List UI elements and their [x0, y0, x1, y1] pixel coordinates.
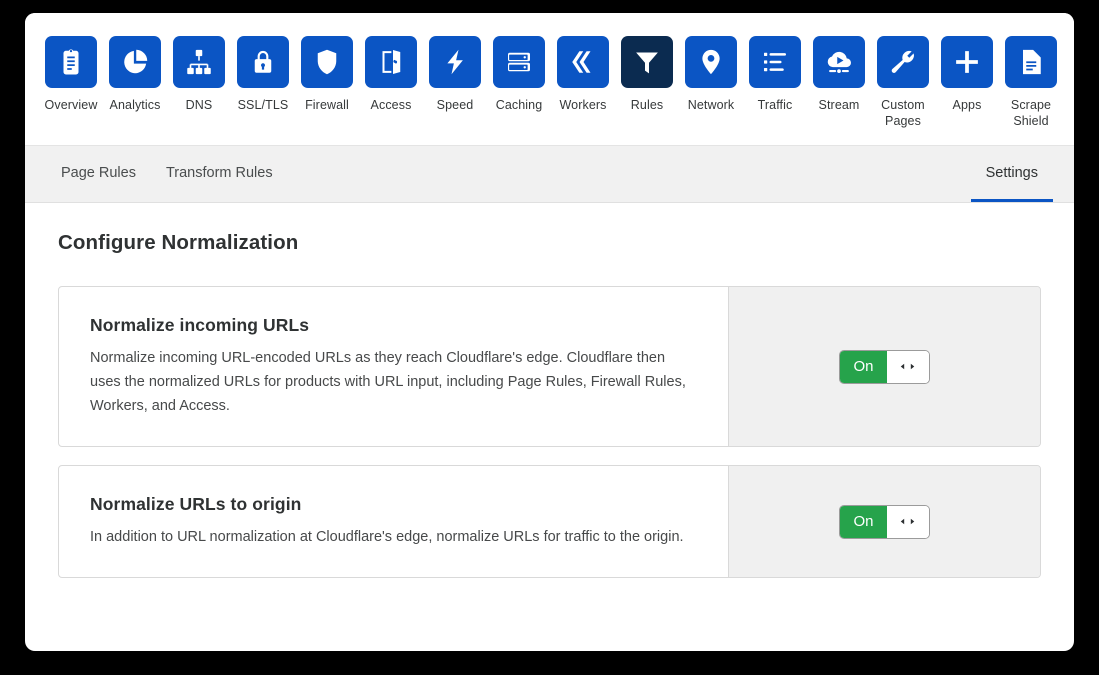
- wrench-icon: [877, 36, 929, 88]
- setting-card-info: Normalize URLs to origin In addition to U…: [59, 466, 728, 577]
- toggle-switch[interactable]: On: [839, 504, 930, 539]
- tab-group-right: Settings: [970, 146, 1053, 202]
- nav-item-label: Apps: [952, 98, 982, 112]
- setting-card-control-panel: On: [728, 287, 1040, 446]
- open-door-icon: [365, 36, 417, 88]
- nav-item-label: Workers: [559, 98, 607, 112]
- tab-spacer: [288, 146, 971, 202]
- map-pin-icon: [685, 36, 737, 88]
- nav-item-label: Custom Pages: [881, 98, 925, 128]
- chevrons-icon: [557, 36, 609, 88]
- settings-card-list: Normalize incoming URLs Normalize incomin…: [58, 286, 1041, 578]
- nav-item-dns[interactable]: DNS: [167, 36, 231, 113]
- setting-card: Normalize incoming URLs Normalize incomin…: [58, 286, 1041, 447]
- toggle-state-label: On: [840, 505, 887, 538]
- tab-transform-rules[interactable]: Transform Rules: [151, 146, 288, 202]
- setting-card-description: Normalize incoming URL-encoded URLs as t…: [90, 350, 686, 414]
- nav-item-label: Network: [687, 98, 735, 112]
- nav-item-stream[interactable]: Stream: [807, 36, 871, 113]
- tab-group-left: Page Rules Transform Rules: [46, 146, 288, 202]
- nav-item-rules[interactable]: Rules: [615, 36, 679, 113]
- nav-item-label: Traffic: [757, 98, 793, 112]
- nav-item-label: Rules: [630, 98, 664, 112]
- tab-page-rules[interactable]: Page Rules: [46, 146, 151, 202]
- nav-item-overview[interactable]: Overview: [39, 36, 103, 113]
- nav-item-firewall[interactable]: Firewall: [295, 36, 359, 113]
- nav-item-label: Caching: [495, 98, 543, 112]
- nav-item-label: Overview: [44, 98, 98, 112]
- nav-item-analytics[interactable]: Analytics: [103, 36, 167, 113]
- setting-card-title: Normalize URLs to origin: [90, 494, 302, 514]
- setting-card-info: Normalize incoming URLs Normalize incomin…: [59, 287, 728, 446]
- shield-icon: [301, 36, 353, 88]
- nav-item-label: Firewall: [305, 98, 349, 112]
- nav-item-speed[interactable]: Speed: [423, 36, 487, 113]
- pie-chart-icon: [109, 36, 161, 88]
- tab-label: Transform Rules: [165, 164, 273, 181]
- nav-item-label: Speed: [436, 98, 474, 112]
- nav-item-traffic[interactable]: Traffic: [743, 36, 807, 113]
- nav-item-access[interactable]: Access: [359, 36, 423, 113]
- setting-card-title: Normalize incoming URLs: [90, 315, 310, 335]
- nav-item-label: SSL/TLS: [237, 98, 289, 112]
- toggle-switch[interactable]: On: [839, 349, 930, 384]
- funnel-icon: [621, 36, 673, 88]
- nav-item-scrape-shield[interactable]: Scrape Shield: [999, 36, 1063, 129]
- lock-icon: [237, 36, 289, 88]
- tab-label: Page Rules: [61, 164, 136, 181]
- main-content: Configure Normalization Normalize incomi…: [25, 203, 1074, 578]
- nav-item-workers[interactable]: Workers: [551, 36, 615, 113]
- tab-strip: Page Rules Transform Rules Settings: [25, 146, 1074, 203]
- nav-item-label: Scrape Shield: [1010, 98, 1052, 128]
- tab-label: Settings: [985, 164, 1038, 181]
- setting-card: Normalize URLs to origin In addition to U…: [58, 465, 1041, 578]
- toggle-arrows-icon: [886, 505, 929, 538]
- nav-item-caching[interactable]: Caching: [487, 36, 551, 113]
- nav-item-label: Analytics: [109, 98, 161, 112]
- clipboard-icon: [45, 36, 97, 88]
- nav-item-ssl-tls[interactable]: SSL/TLS: [231, 36, 295, 113]
- page-title: Configure Normalization: [58, 231, 299, 254]
- setting-card-control-panel: On: [728, 466, 1040, 577]
- plus-icon: [941, 36, 993, 88]
- tab-settings[interactable]: Settings: [970, 146, 1053, 202]
- nav-item-network[interactable]: Network: [679, 36, 743, 113]
- cloud-play-icon: [813, 36, 865, 88]
- product-nav: Overview Analytics DNS SSL/TLS Firewall Acces…: [25, 13, 1074, 146]
- nav-item-label: Stream: [818, 98, 860, 112]
- nav-item-custom-pages[interactable]: Custom Pages: [871, 36, 935, 129]
- document-icon: [1005, 36, 1057, 88]
- server-stack-icon: [493, 36, 545, 88]
- lightning-bolt-icon: [429, 36, 481, 88]
- toggle-state-label: On: [840, 350, 887, 383]
- nav-item-label: DNS: [185, 98, 213, 112]
- sitemap-icon: [173, 36, 225, 88]
- setting-card-description: In addition to URL normalization at Clou…: [90, 529, 684, 545]
- nav-item-apps[interactable]: Apps: [935, 36, 999, 113]
- nav-item-label: Access: [370, 98, 412, 112]
- toggle-arrows-icon: [886, 350, 929, 383]
- browser-app-window: Overview Analytics DNS SSL/TLS Firewall Acces…: [25, 13, 1074, 651]
- list-icon: [749, 36, 801, 88]
